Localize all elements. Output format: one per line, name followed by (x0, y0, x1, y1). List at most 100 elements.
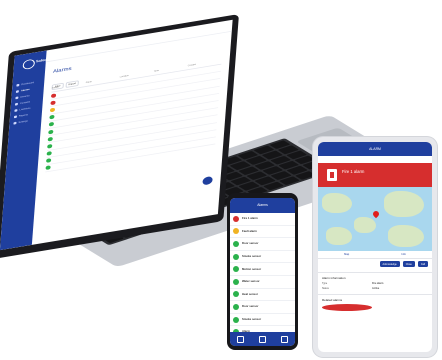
map-land (354, 217, 376, 233)
status-icon (233, 303, 239, 310)
list-item[interactable]: Door sensor (230, 238, 295, 251)
status-icon (45, 165, 51, 171)
phone-header-title: Alarms (257, 203, 268, 207)
phone-screen: Alarms Fire 1 alarm Fault alarm Door senso… (230, 198, 295, 346)
list-item[interactable]: Heat sensor (230, 289, 295, 302)
list-item-text: Motion sensor (242, 266, 262, 271)
product-composite: Safeq Dashboard Alarms Devices Contacts Loca… (0, 0, 442, 360)
list-item-title: Door sensor (242, 304, 259, 309)
status-icon (233, 291, 239, 298)
top-bar (45, 19, 233, 63)
map-land (326, 227, 352, 245)
map-land (322, 193, 352, 213)
laptop-screen: Safeq Dashboard Alarms Devices Contacts Loca… (0, 19, 233, 251)
list-item-text: Fire 1 alarm (242, 216, 258, 221)
related-alarm-row[interactable] (318, 303, 432, 312)
sidebar-item-label: Reports (18, 113, 29, 118)
tab[interactable]: Map (344, 251, 349, 258)
location-icon (14, 108, 18, 112)
status-icon (233, 215, 239, 222)
status-icon (50, 100, 56, 106)
alarm-map[interactable] (318, 187, 432, 251)
alarms-tab-icon[interactable] (258, 335, 266, 343)
detail-key: Type (322, 282, 328, 285)
list-item-title: Fire 1 alarm (242, 216, 258, 221)
map-land (388, 225, 424, 247)
list-item[interactable]: Smoke sensor (230, 314, 295, 327)
list-item-title: Fault alarm (242, 228, 257, 233)
add-button[interactable] (202, 175, 213, 186)
status-icon (49, 114, 55, 120)
map-tabs: Map Info (318, 251, 432, 259)
list-item-text: Smoke sensor (242, 253, 262, 258)
status-icon (47, 143, 53, 149)
status-icon (233, 240, 239, 247)
action-button[interactable]: Acknowledge (379, 261, 400, 267)
list-item[interactable]: Motion sensor (230, 263, 295, 276)
sidebar-item-label: Alarms (20, 87, 30, 92)
tablet-screen: ALARM Fire 1 alarm Map Info Acknowledge Cl… (318, 142, 432, 352)
sidebar-item-label: Devices (20, 94, 30, 99)
status-icon (46, 151, 52, 156)
list-item-title: Smoke sensor (242, 316, 262, 321)
sidebar: Safeq Dashboard Alarms Devices Contacts Loca… (0, 50, 47, 251)
breadcrumb[interactable] (318, 156, 432, 163)
action-button[interactable]: Close (402, 261, 415, 267)
list-item[interactable]: Water sensor (230, 276, 295, 289)
detail-value: Fire alarm (372, 282, 384, 285)
location-pin-icon[interactable] (371, 209, 381, 219)
contacts-icon (14, 102, 19, 106)
dashboard-icon (16, 83, 20, 87)
page-title: Alarms (52, 66, 72, 75)
section-title: Alarm information (318, 272, 432, 281)
detail-key: Status (322, 287, 329, 290)
list-item[interactable]: Smoke sensor (230, 251, 295, 264)
alarm-details: Type Fire alarm Status Active (318, 281, 432, 291)
list-item-text: Heat sensor (242, 291, 259, 296)
phone-header: Alarms (230, 198, 295, 213)
phone: Alarms Fire 1 alarm Fault alarm Door senso… (227, 193, 298, 350)
gear-icon (13, 121, 17, 125)
status-icon (233, 316, 239, 323)
alarm-title: Fire 1 alarm (342, 169, 365, 174)
action-button[interactable]: Call (417, 261, 428, 267)
list-item-text: Door sensor (242, 241, 259, 246)
logo-icon (22, 58, 36, 71)
list-item-text: Fault alarm (242, 228, 257, 233)
list-item[interactable]: Fault alarm (230, 226, 295, 239)
tablet: ALARM Fire 1 alarm Map Info Acknowledge Cl… (313, 137, 437, 357)
home-tab-icon[interactable] (237, 335, 245, 343)
alarm-actions: Acknowledge Close Call (318, 259, 432, 269)
bell-icon (15, 89, 19, 93)
tab[interactable]: Info (402, 251, 406, 258)
menu-tab-icon[interactable] (280, 335, 288, 343)
list-item-title: Water sensor (242, 279, 260, 284)
chart-icon (13, 115, 18, 118)
list-item-title: Heat sensor (242, 291, 259, 296)
list-item-title: Door sensor (242, 241, 259, 246)
map-land (384, 191, 424, 217)
status-icon (47, 136, 53, 142)
section-title-related: Related alarms (318, 294, 432, 303)
status-icon (48, 122, 55, 127)
detail-row: Status Active (318, 286, 432, 291)
status-icon (233, 253, 239, 260)
phone-alarm-list: Fire 1 alarm Fault alarm Door sensor Smoke … (230, 213, 295, 346)
status-icon (49, 107, 56, 113)
status-icon (45, 158, 52, 164)
list-item-title: Smoke sensor (242, 253, 262, 258)
list-item[interactable]: Fire 1 alarm (230, 213, 295, 226)
list-item-text: Door sensor (242, 304, 259, 309)
alarm-icon (322, 304, 372, 311)
list-item-text: Water sensor (242, 279, 260, 284)
alarm-banner: Fire 1 alarm (318, 163, 432, 187)
list-item-title: Motion sensor (242, 266, 262, 271)
list-item-text: Smoke sensor (242, 316, 262, 321)
sidebar-item-label: Settings (18, 119, 28, 124)
device-icon (15, 96, 19, 99)
status-icon (233, 266, 239, 273)
list-item[interactable]: Door sensor (230, 301, 295, 314)
laptop-lid: Safeq Dashboard Alarms Devices Contacts Loca… (0, 14, 240, 259)
tablet-header: ALARM (318, 142, 432, 156)
detail-value: Active (372, 287, 380, 290)
